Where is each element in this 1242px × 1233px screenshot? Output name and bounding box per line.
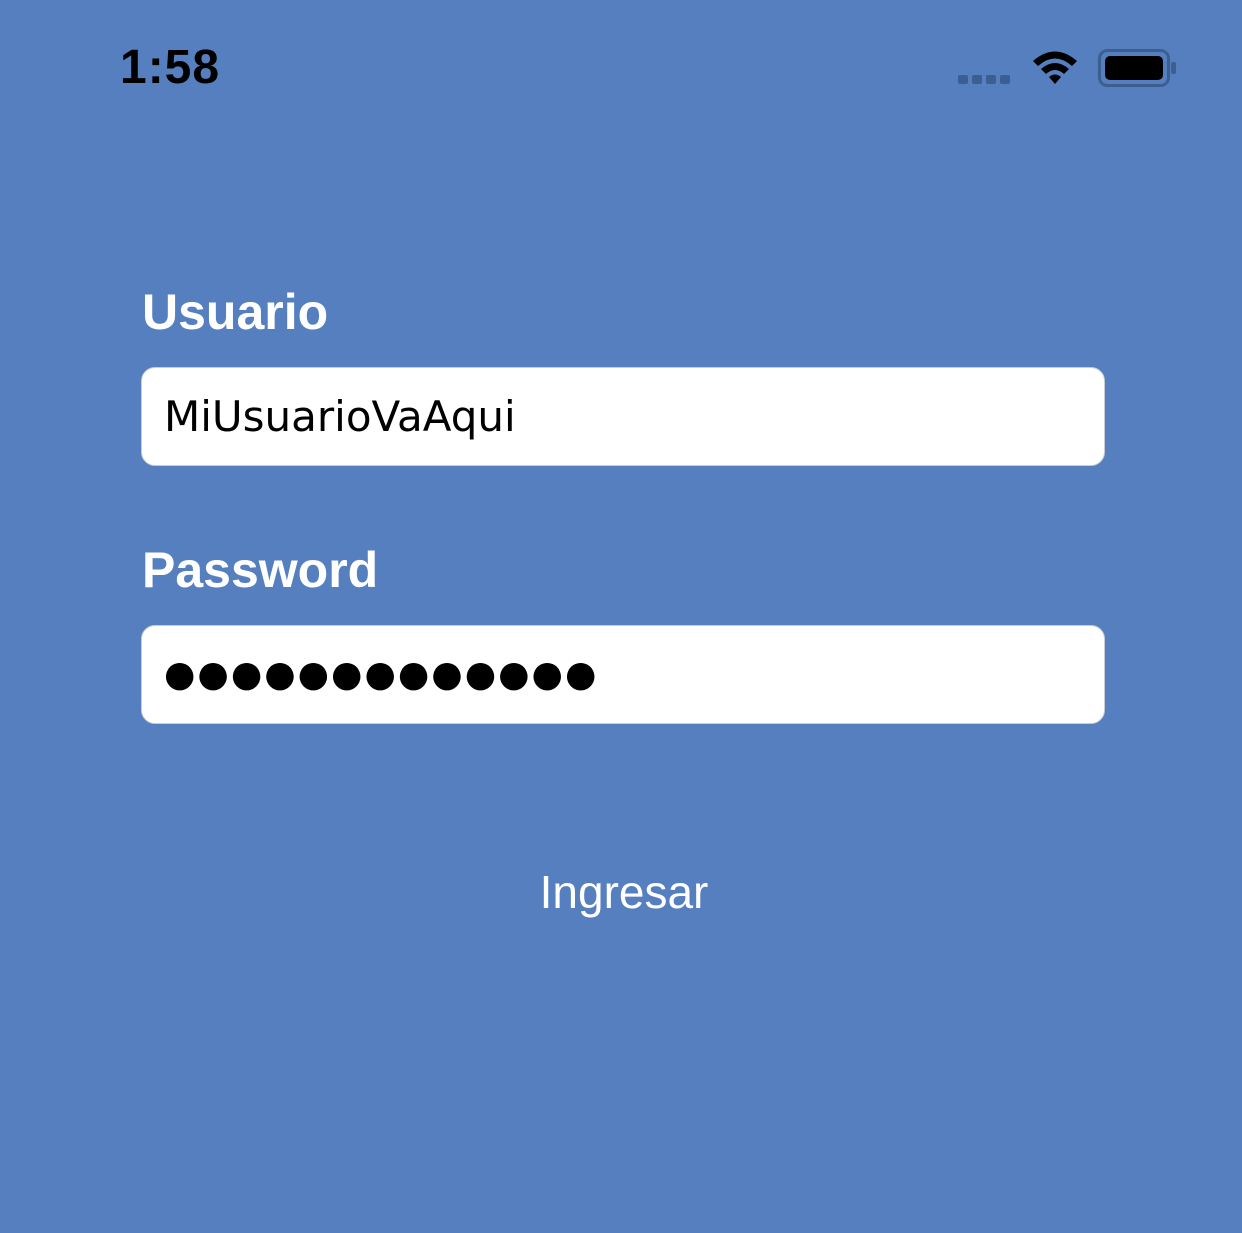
login-button[interactable]: Ingresar <box>0 862 1242 922</box>
status-bar: 1:58 <box>0 0 1242 140</box>
battery-icon <box>1098 49 1176 87</box>
signal-bar <box>1000 75 1010 84</box>
wifi-icon <box>1033 51 1077 84</box>
password-field[interactable]: ●●●●●●●●●●●●● <box>141 625 1105 724</box>
status-time: 1:58 <box>120 41 221 94</box>
username-field[interactable]: MiUsuarioVaAqui <box>141 367 1105 466</box>
password-label: Password <box>142 542 379 598</box>
signal-bar <box>972 75 982 84</box>
username-label: Usuario <box>142 284 329 340</box>
signal-bar <box>958 75 968 84</box>
signal-bar <box>986 75 996 84</box>
password-masked-value: ●●●●●●●●●●●●● <box>164 654 599 695</box>
username-value: MiUsuarioVaAqui <box>164 392 516 441</box>
cellular-signal-icon <box>958 75 1010 84</box>
